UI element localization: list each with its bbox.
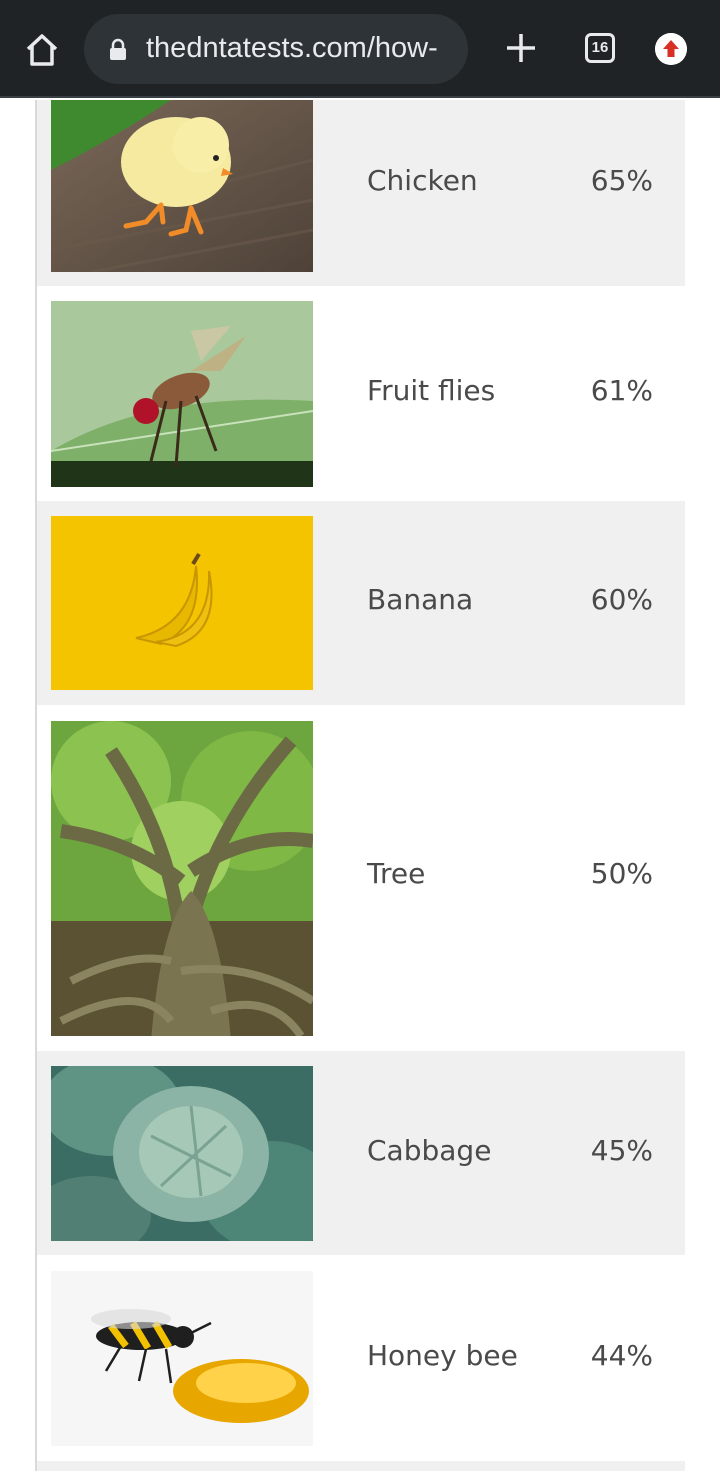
species-name: Cabbage xyxy=(367,1134,492,1167)
chicken-photo xyxy=(51,100,313,272)
url-text: thedntatests.com/how- xyxy=(146,32,438,64)
dna-percent: 60% xyxy=(590,583,653,616)
address-bar[interactable]: thedntatests.com/how- xyxy=(84,14,468,84)
browser-toolbar: thedntatests.com/how- 16 xyxy=(0,0,720,98)
table-row xyxy=(37,1461,685,1471)
lock-icon xyxy=(110,38,126,60)
dna-percent: 44% xyxy=(590,1339,653,1372)
species-name: Chicken xyxy=(367,164,478,197)
home-icon[interactable] xyxy=(22,30,62,70)
table-row: Cabbage 45% xyxy=(37,1051,685,1255)
table-row: Fruit flies 61% xyxy=(37,286,685,501)
comparison-table: Chicken 65% Fruit flies 61% Banana 60% T… xyxy=(0,100,720,1471)
update-icon[interactable] xyxy=(655,33,687,65)
dna-percent: 65% xyxy=(590,164,653,197)
tree-photo xyxy=(51,721,313,1036)
table-row: Tree 50% xyxy=(37,705,685,1051)
cabbage-photo xyxy=(51,1066,313,1241)
table-row: Chicken 65% xyxy=(37,100,685,286)
species-name: Banana xyxy=(367,583,474,616)
table-row: Banana 60% xyxy=(37,501,685,705)
dna-percent: 50% xyxy=(590,857,653,890)
species-name: Tree xyxy=(367,857,426,890)
table-row: Honey bee 44% xyxy=(37,1255,685,1461)
fruit-fly-photo xyxy=(51,301,313,487)
new-tab-icon[interactable] xyxy=(504,31,538,65)
dna-percent: 45% xyxy=(590,1134,653,1167)
honey-bee-photo xyxy=(51,1271,313,1446)
species-name: Honey bee xyxy=(367,1339,518,1372)
tab-switcher-button[interactable]: 16 xyxy=(585,33,615,63)
species-name: Fruit flies xyxy=(367,374,496,407)
dna-percent: 61% xyxy=(590,374,653,407)
banana-photo xyxy=(51,516,313,690)
